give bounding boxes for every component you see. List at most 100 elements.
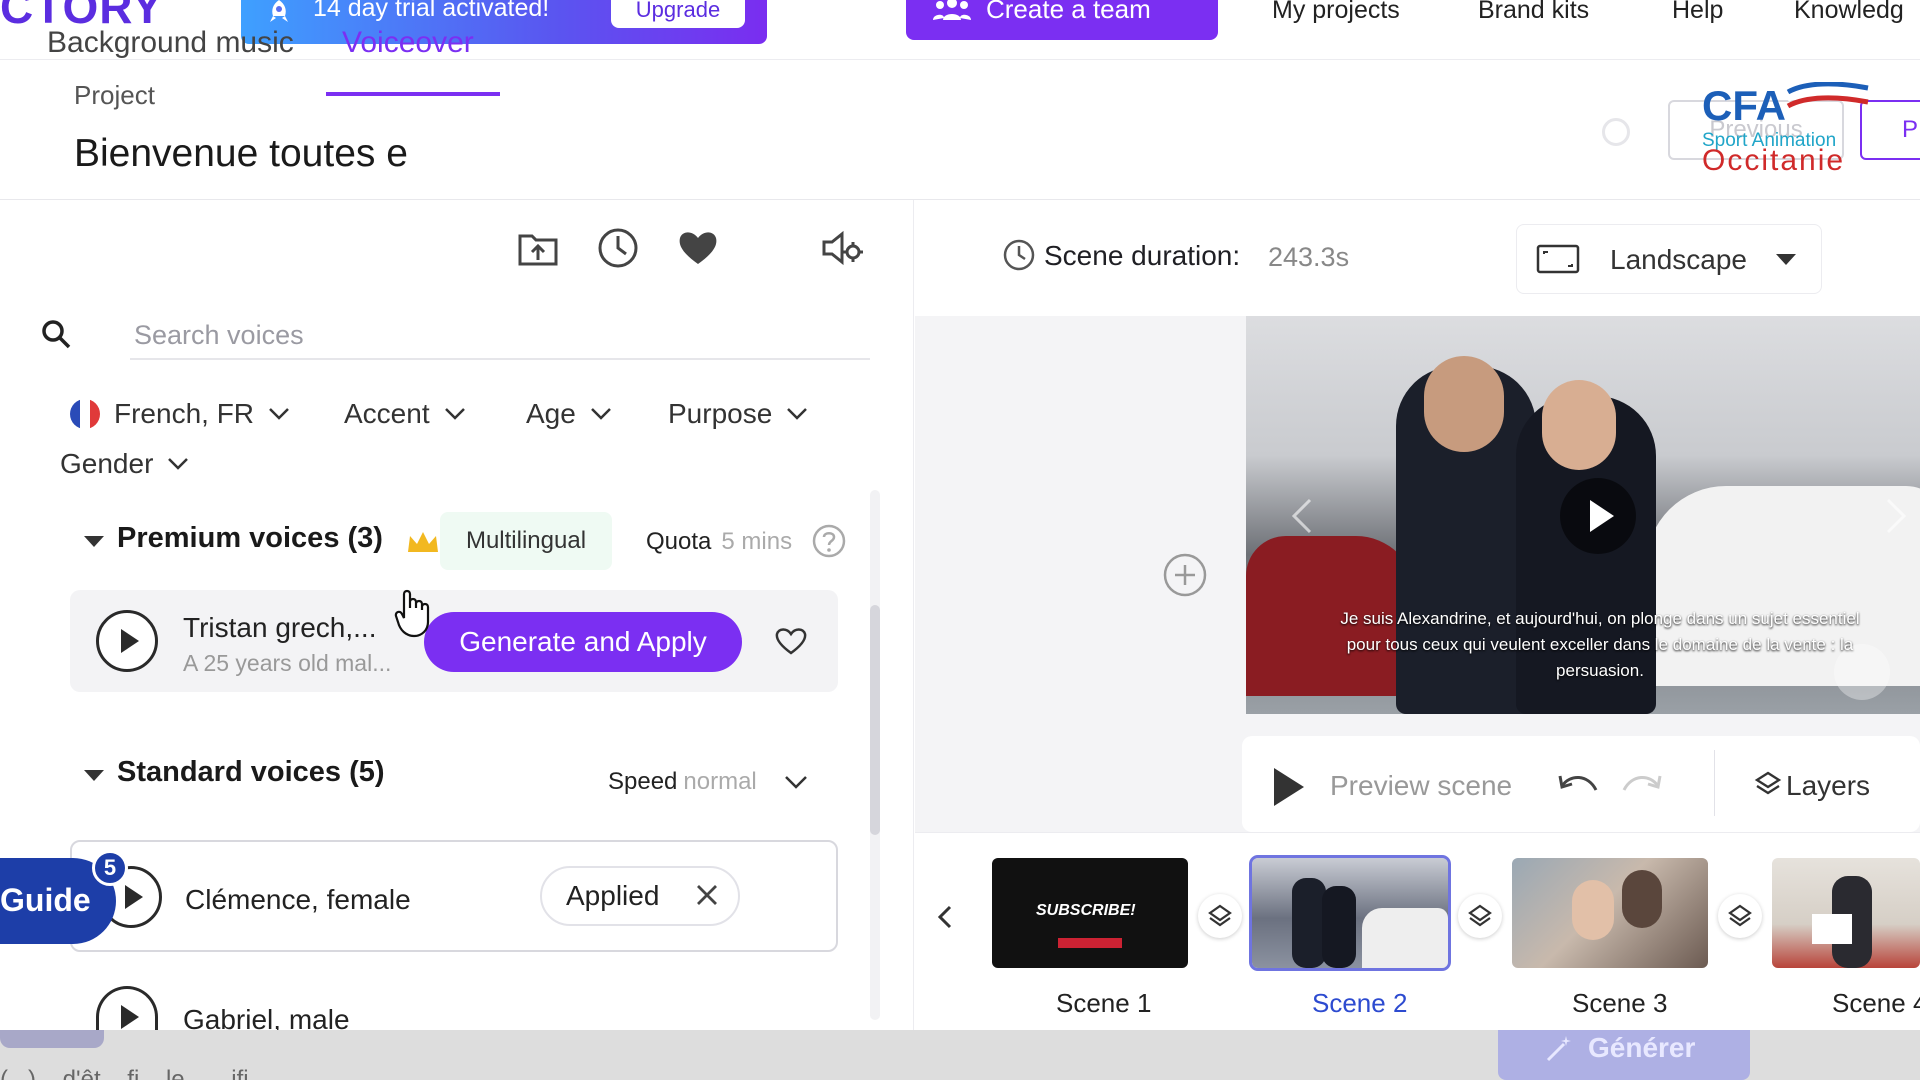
language-filter[interactable]: French, FR [70, 398, 290, 430]
speed-label: Speed [608, 768, 678, 795]
crown-icon [408, 532, 438, 552]
layers-button[interactable]: Layers [1786, 770, 1870, 802]
scene-label[interactable]: Scene 3 [1572, 988, 1667, 1019]
landscape-icon [1536, 244, 1580, 274]
add-scene-icon[interactable] [1162, 552, 1208, 598]
close-icon[interactable] [694, 882, 720, 908]
collapse-caret-icon[interactable] [84, 536, 104, 547]
scene-label[interactable]: Scene 4 [1832, 988, 1920, 1019]
history-clock-icon[interactable] [596, 226, 640, 270]
caret-down-icon [1776, 254, 1796, 265]
layers-icon [1754, 771, 1782, 795]
quota-value: 5 mins [721, 528, 793, 555]
voice-name: Gabriel, male [183, 1004, 350, 1030]
scene-layers-button[interactable] [1718, 894, 1762, 938]
scene-layers-button[interactable] [1198, 894, 1242, 938]
microphone-icon[interactable] [1834, 644, 1890, 700]
gender-filter-label: Gender [60, 448, 154, 479]
project-label: Project [74, 80, 155, 110]
upload-folder-icon[interactable] [516, 226, 560, 270]
accent-filter[interactable]: Accent [344, 398, 466, 430]
voice-name: Clémence, female [185, 884, 411, 915]
play-icon[interactable] [1274, 768, 1304, 806]
premium-voices-header[interactable]: Premium voices (3) [117, 522, 383, 555]
scene-duration-label: Scene duration: [1044, 240, 1241, 271]
thumb-person [1292, 878, 1326, 968]
voice-description: A 25 years old mal... [183, 650, 392, 676]
layers-icon [1728, 904, 1752, 927]
flag-waves-icon [1786, 82, 1869, 109]
speed-selector[interactable]: Speed normal [608, 768, 757, 796]
preview-scene-button[interactable]: Preview scene [1330, 770, 1512, 802]
play-sample-button[interactable] [96, 610, 158, 672]
thumb-car [1362, 908, 1448, 968]
chevron-left-icon[interactable] [934, 904, 956, 930]
layers-icon [1468, 904, 1492, 927]
upgrade-button[interactable]: Upgrade [611, 0, 745, 28]
thumb-face [1572, 880, 1614, 940]
standard-voices-header[interactable]: Standard voices (5) [117, 756, 385, 789]
chevron-down-icon [444, 408, 465, 420]
chevron-down-icon[interactable] [784, 774, 808, 790]
redo-icon[interactable] [1620, 770, 1664, 802]
nav-brand-kits[interactable]: Brand kits [1478, 0, 1589, 25]
create-team-label: Create a team [986, 0, 1151, 24]
nav-help[interactable]: Help [1672, 0, 1723, 25]
scene-thumbnail[interactable] [1512, 858, 1708, 968]
age-filter[interactable]: Age [526, 398, 612, 430]
gender-filter[interactable]: Gender [60, 448, 189, 480]
voice-list-scroll-thumb[interactable] [870, 605, 880, 835]
orientation-label: Landscape [1610, 244, 1748, 275]
layers-icon [1208, 904, 1232, 927]
scene-label[interactable]: Scene 1 [1056, 988, 1151, 1019]
generate-label: Générer [1588, 1032, 1696, 1063]
scene-thumbnail[interactable] [1772, 858, 1920, 968]
favorite-heart-icon[interactable] [774, 626, 808, 656]
chevron-down-icon [787, 408, 808, 420]
toolbar-divider [1714, 750, 1715, 816]
scene-thumbnail[interactable]: SUBSCRIBE! [992, 858, 1188, 968]
scene-layers-button[interactable] [1458, 894, 1502, 938]
collapse-caret-icon[interactable] [84, 770, 104, 781]
undo-icon[interactable] [1556, 770, 1600, 802]
video-person-head [1424, 356, 1504, 452]
scene-thumbnail-active[interactable] [1249, 855, 1451, 971]
nav-knowledge[interactable]: Knowledg [1794, 0, 1904, 25]
help-icon[interactable] [812, 524, 846, 558]
create-team-button[interactable]: Create a team [906, 0, 1218, 40]
rocket-icon [270, 0, 288, 22]
chevron-left-icon[interactable] [1290, 496, 1314, 536]
nav-my-projects[interactable]: My projects [1272, 0, 1400, 25]
cfa-logo: CFA Sport Animation Occitanie [1700, 80, 1870, 177]
search-icon [42, 320, 71, 349]
tab-background-music[interactable]: Background music [47, 26, 294, 60]
generate-button[interactable]: Générer [1498, 1030, 1750, 1080]
chevron-right-icon[interactable] [1884, 496, 1908, 536]
voice-settings-icon[interactable] [820, 226, 864, 270]
voice-name: Tristan grech,... [183, 612, 377, 643]
thumb-person [1322, 886, 1356, 968]
video-play-button[interactable] [1560, 478, 1636, 554]
chevron-down-icon [590, 408, 611, 420]
scene-label[interactable]: Scene 2 [1312, 988, 1407, 1019]
subscribe-thumb-text: SUBSCRIBE! [1036, 902, 1136, 919]
clock-icon [1003, 239, 1035, 271]
team-icon [933, 0, 971, 20]
hand-cursor-icon [394, 589, 430, 638]
generate-and-apply-button[interactable]: Generate and Apply [424, 612, 742, 672]
project-title[interactable]: Bienvenue toutes e [74, 132, 408, 176]
purpose-filter[interactable]: Purpose [668, 398, 808, 430]
thumb-face [1622, 870, 1662, 928]
guide-count-badge: 5 [92, 850, 128, 886]
magic-wand-icon [1546, 1036, 1571, 1062]
search-voices-input[interactable] [130, 312, 870, 360]
accent-filter-label: Accent [344, 398, 430, 429]
subscribe-bar [1058, 938, 1122, 948]
video-subtitle: Je suis Alexandrine, et aujourd'hui, on … [1340, 609, 1860, 680]
quota-label: Quota [646, 528, 712, 555]
trial-banner: 14 day trial activated! Upgrade [241, 0, 767, 44]
thumb-paper [1812, 914, 1852, 944]
tab-voiceover[interactable]: Voiceover [342, 26, 474, 60]
video-person-head [1542, 380, 1616, 470]
favorites-heart-icon[interactable] [676, 226, 720, 270]
